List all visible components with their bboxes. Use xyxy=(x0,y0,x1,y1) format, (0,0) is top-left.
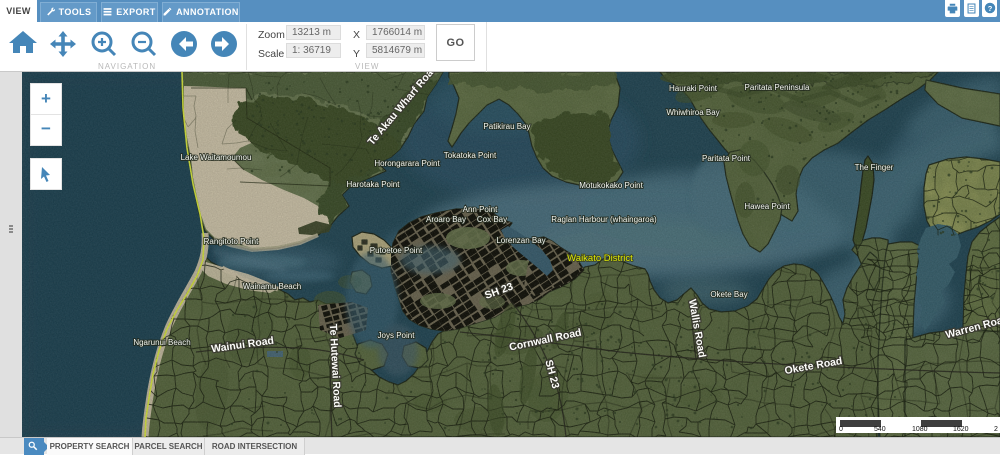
svg-text:Rangitoto Point: Rangitoto Point xyxy=(204,237,259,246)
svg-text:Ann Point: Ann Point xyxy=(463,205,498,214)
svg-text:Lorenzan Bay: Lorenzan Bay xyxy=(496,236,545,245)
svg-text:?: ? xyxy=(987,4,992,13)
svg-text:Lake Waitamoumou: Lake Waitamoumou xyxy=(181,153,252,162)
svg-text:Hauraki Point: Hauraki Point xyxy=(669,84,718,93)
svg-text:Ngarunui Beach: Ngarunui Beach xyxy=(133,338,190,347)
svg-text:Whiwhiroa Bay: Whiwhiroa Bay xyxy=(666,108,719,117)
svg-text:Raglan Harbour (whaingaroa): Raglan Harbour (whaingaroa) xyxy=(551,215,657,224)
svg-text:Okete Bay: Okete Bay xyxy=(710,290,747,299)
svg-text:Joys Point: Joys Point xyxy=(378,331,416,340)
svg-text:Waikato District: Waikato District xyxy=(567,253,633,264)
svg-text:Paritata Peninsula: Paritata Peninsula xyxy=(745,83,810,92)
svg-text:Hawea Point: Hawea Point xyxy=(744,202,790,211)
svg-text:Paritata Point: Paritata Point xyxy=(702,154,751,163)
svg-text:The Finger: The Finger xyxy=(855,163,894,172)
svg-text:Tokatoka Point: Tokatoka Point xyxy=(444,151,497,160)
svg-text:Aroaro Bay: Aroaro Bay xyxy=(426,215,466,224)
svg-text:Horongarara Point: Horongarara Point xyxy=(374,159,440,168)
svg-text:Harotaka Point: Harotaka Point xyxy=(347,180,401,189)
svg-text:Patikirau Bay: Patikirau Bay xyxy=(483,122,530,131)
svg-text:Wainamu Beach: Wainamu Beach xyxy=(243,282,301,291)
svg-text:Cox Bay: Cox Bay xyxy=(477,215,507,224)
svg-text:Putoetoe Point: Putoetoe Point xyxy=(370,246,423,255)
svg-text:Motukokako Point: Motukokako Point xyxy=(579,181,643,190)
